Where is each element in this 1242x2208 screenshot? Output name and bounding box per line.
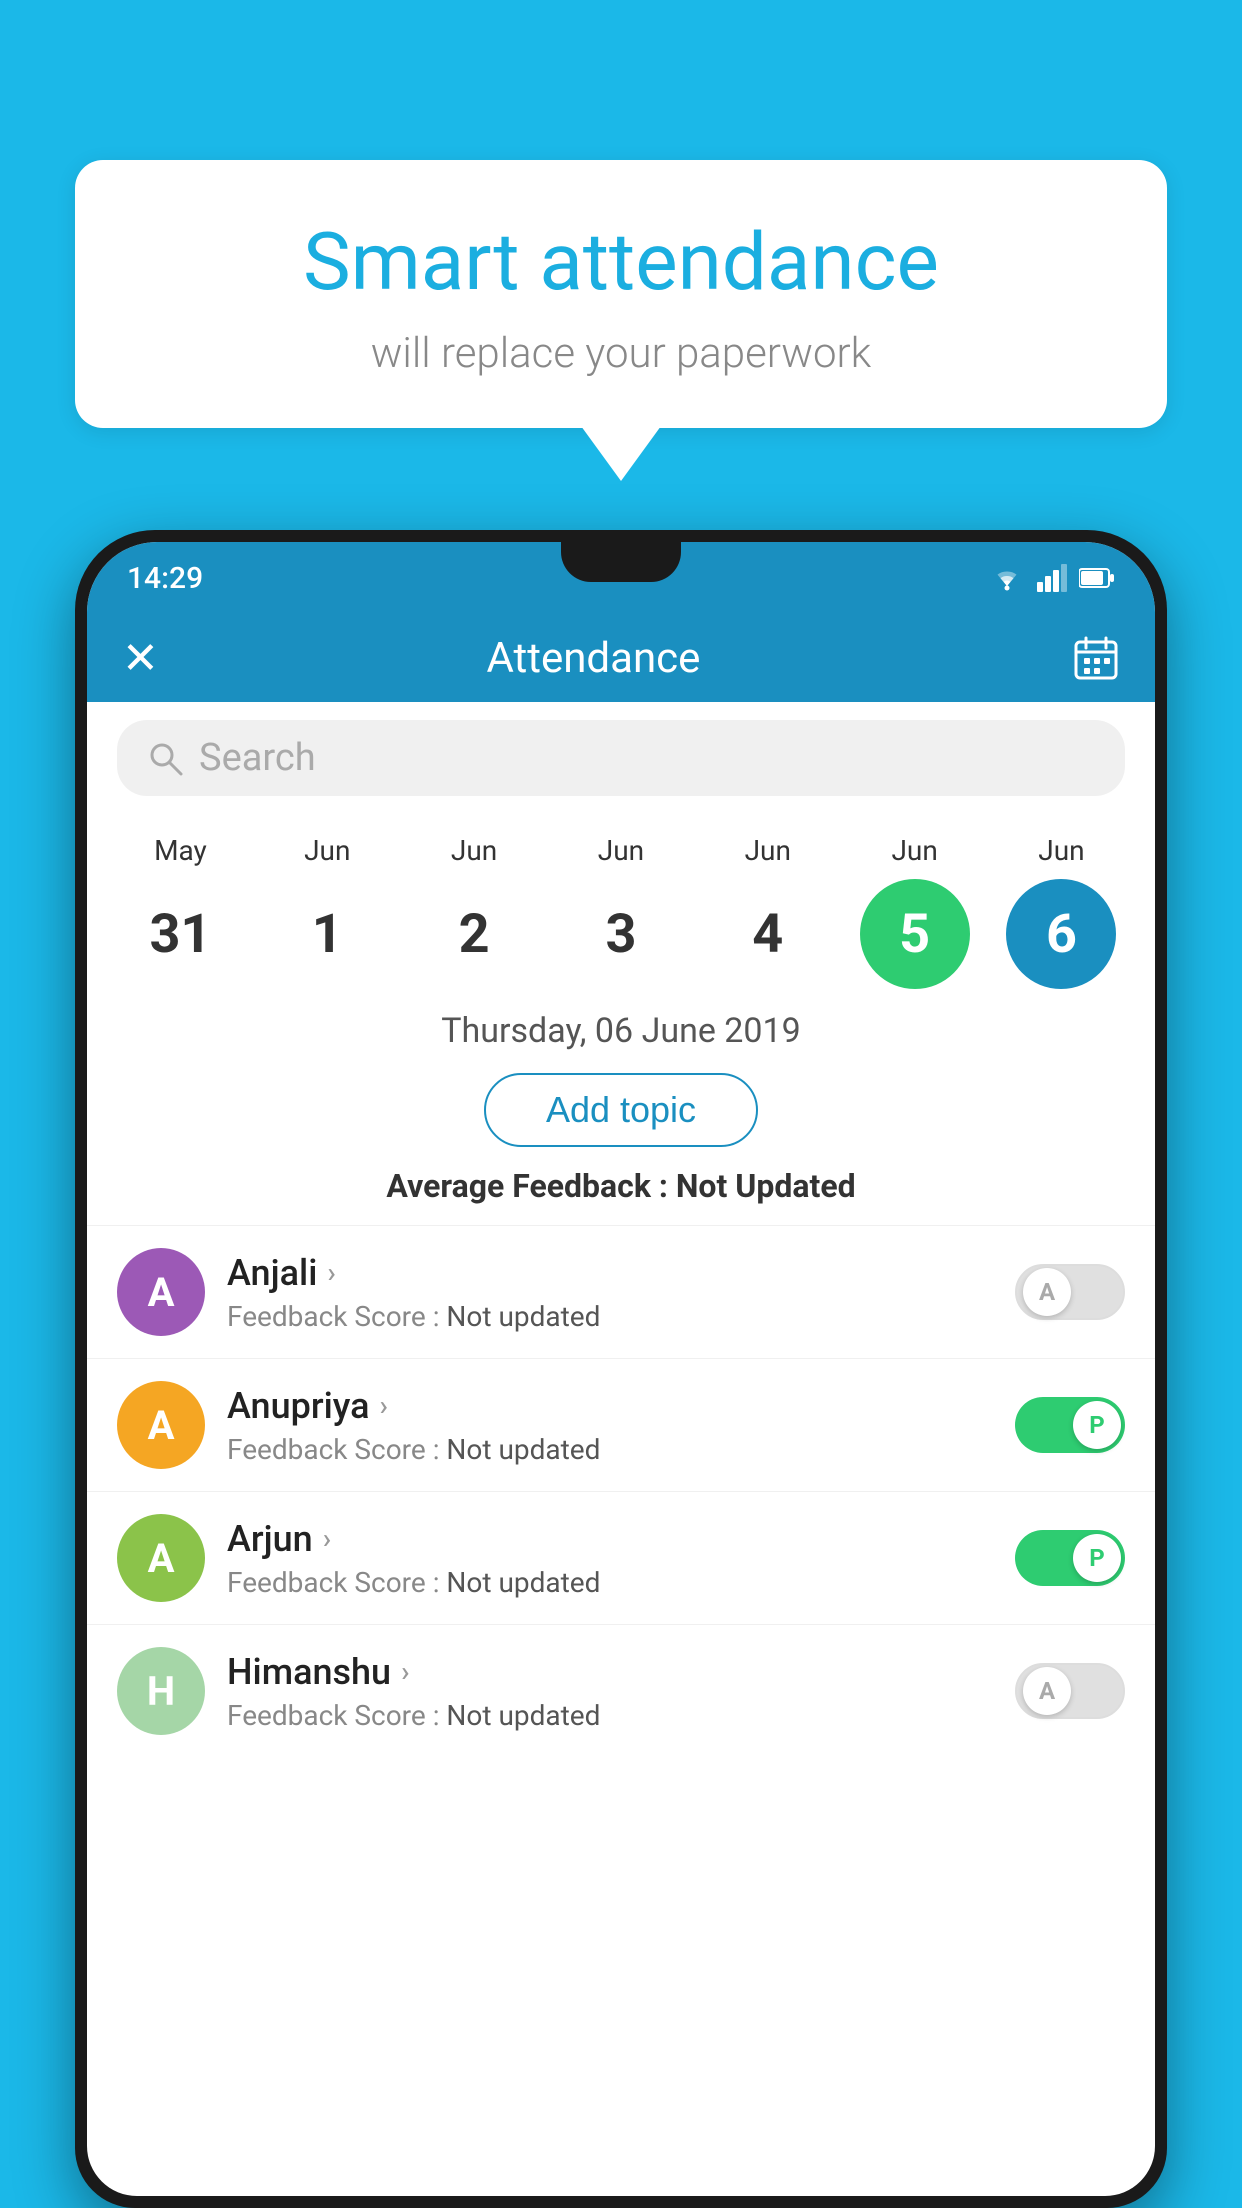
toggle-thumb-3: A [1023,1667,1071,1715]
avatar-1: A [117,1381,205,1469]
attendance-toggle-1[interactable]: P [1015,1397,1125,1453]
average-feedback: Average Feedback : Not Updated [87,1167,1155,1225]
student-info-1: Anupriya › Feedback Score : Not updated [227,1385,993,1466]
attendance-toggle-2[interactable]: P [1015,1530,1125,1586]
student-list: AAnjali ›Feedback Score : Not updatedAAA… [87,1225,1155,1757]
calendar-day-0[interactable]: May 31 [115,834,245,989]
chevron-icon: › [380,1389,388,1422]
student-info-2: Arjun › Feedback Score : Not updated [227,1518,993,1599]
calendar-day-3[interactable]: Jun 3 [556,834,686,989]
cal-month: Jun [598,834,644,867]
search-icon [147,740,183,776]
student-name-2: Arjun › [227,1518,993,1560]
cal-date: 6 [1006,879,1116,989]
student-info-0: Anjali › Feedback Score : Not updated [227,1252,993,1333]
toggle-thumb-0: A [1023,1268,1071,1316]
notch [561,542,681,582]
status-bar: 14:29 [87,542,1155,614]
toggle-thumb-1: P [1073,1401,1121,1449]
chevron-icon: › [323,1522,331,1555]
calendar-strip: May 31 Jun 1 Jun 2 Jun 3 Jun 4 Jun 5 Jun 6 [87,814,1155,989]
student-feedback-1: Feedback Score : Not updated [227,1433,993,1466]
add-topic-container: Add topic [87,1063,1155,1167]
student-item-1[interactable]: A Anupriya › Feedback Score : Not updated P [87,1358,1155,1491]
avg-feedback-value: Not Updated [676,1167,856,1205]
search-bar[interactable]: Search [117,720,1125,796]
calendar-day-2[interactable]: Jun 2 [409,834,539,989]
headline: Smart attendance [135,215,1107,309]
avg-feedback-label: Average Feedback : [386,1167,675,1205]
speech-bubble: Smart attendance will replace your paper… [75,160,1167,428]
chevron-icon: › [401,1655,409,1688]
search-input-placeholder: Search [199,736,316,780]
speech-bubble-arrow [581,426,661,481]
cal-date: 3 [566,879,676,989]
signal-icon [1037,564,1067,592]
student-item-2[interactable]: A Arjun › Feedback Score : Not updated P [87,1491,1155,1624]
cal-month: May [154,834,207,867]
student-name-1: Anupriya › [227,1385,993,1427]
speech-bubble-container: Smart attendance will replace your paper… [75,160,1167,481]
student-item-3[interactable]: H Himanshu › Feedback Score : Not updated A [87,1624,1155,1757]
calendar-day-5[interactable]: Jun 5 [850,834,980,989]
student-item-0[interactable]: A Anjali › Feedback Score : Not updated A [87,1225,1155,1358]
student-feedback-3: Feedback Score : Not updated [227,1699,993,1732]
cal-date: 5 [860,879,970,989]
cal-month: Jun [891,834,937,867]
avatar-0: A [117,1248,205,1336]
search-container: Search [87,702,1155,814]
calendar-day-1[interactable]: Jun 1 [262,834,392,989]
avatar-3: H [117,1647,205,1735]
app-bar-title: Attendance [159,634,1028,683]
close-button[interactable]: ✕ [122,632,159,684]
phone-screen: 14:29 [87,542,1155,2196]
wifi-icon [989,564,1025,592]
cal-date: 2 [419,879,529,989]
cal-month: Jun [304,834,350,867]
student-info-3: Himanshu › Feedback Score : Not updated [227,1651,993,1732]
subtext: will replace your paperwork [135,329,1107,378]
chevron-icon: › [327,1256,335,1289]
calendar-day-4[interactable]: Jun 4 [703,834,833,989]
add-topic-button[interactable]: Add topic [484,1073,758,1147]
attendance-toggle-0[interactable]: A [1015,1264,1125,1320]
student-name-3: Himanshu › [227,1651,993,1693]
phone-frame: 14:29 [75,530,1167,2208]
student-feedback-2: Feedback Score : Not updated [227,1566,993,1599]
toggle-thumb-2: P [1073,1534,1121,1582]
cal-date: 31 [125,879,235,989]
cal-date: 4 [713,879,823,989]
status-icons [989,564,1115,592]
calendar-day-6[interactable]: Jun 6 [996,834,1126,989]
cal-month: Jun [745,834,791,867]
cal-date: 1 [272,879,382,989]
calendar-icon[interactable] [1072,634,1120,682]
cal-month: Jun [451,834,497,867]
student-feedback-0: Feedback Score : Not updated [227,1300,993,1333]
app-bar: ✕ Attendance [87,614,1155,702]
student-name-0: Anjali › [227,1252,993,1294]
battery-icon [1079,567,1115,589]
avatar-2: A [117,1514,205,1602]
attendance-toggle-3[interactable]: A [1015,1663,1125,1719]
selected-date-label: Thursday, 06 June 2019 [87,989,1155,1063]
cal-month: Jun [1038,834,1084,867]
status-time: 14:29 [127,561,203,596]
